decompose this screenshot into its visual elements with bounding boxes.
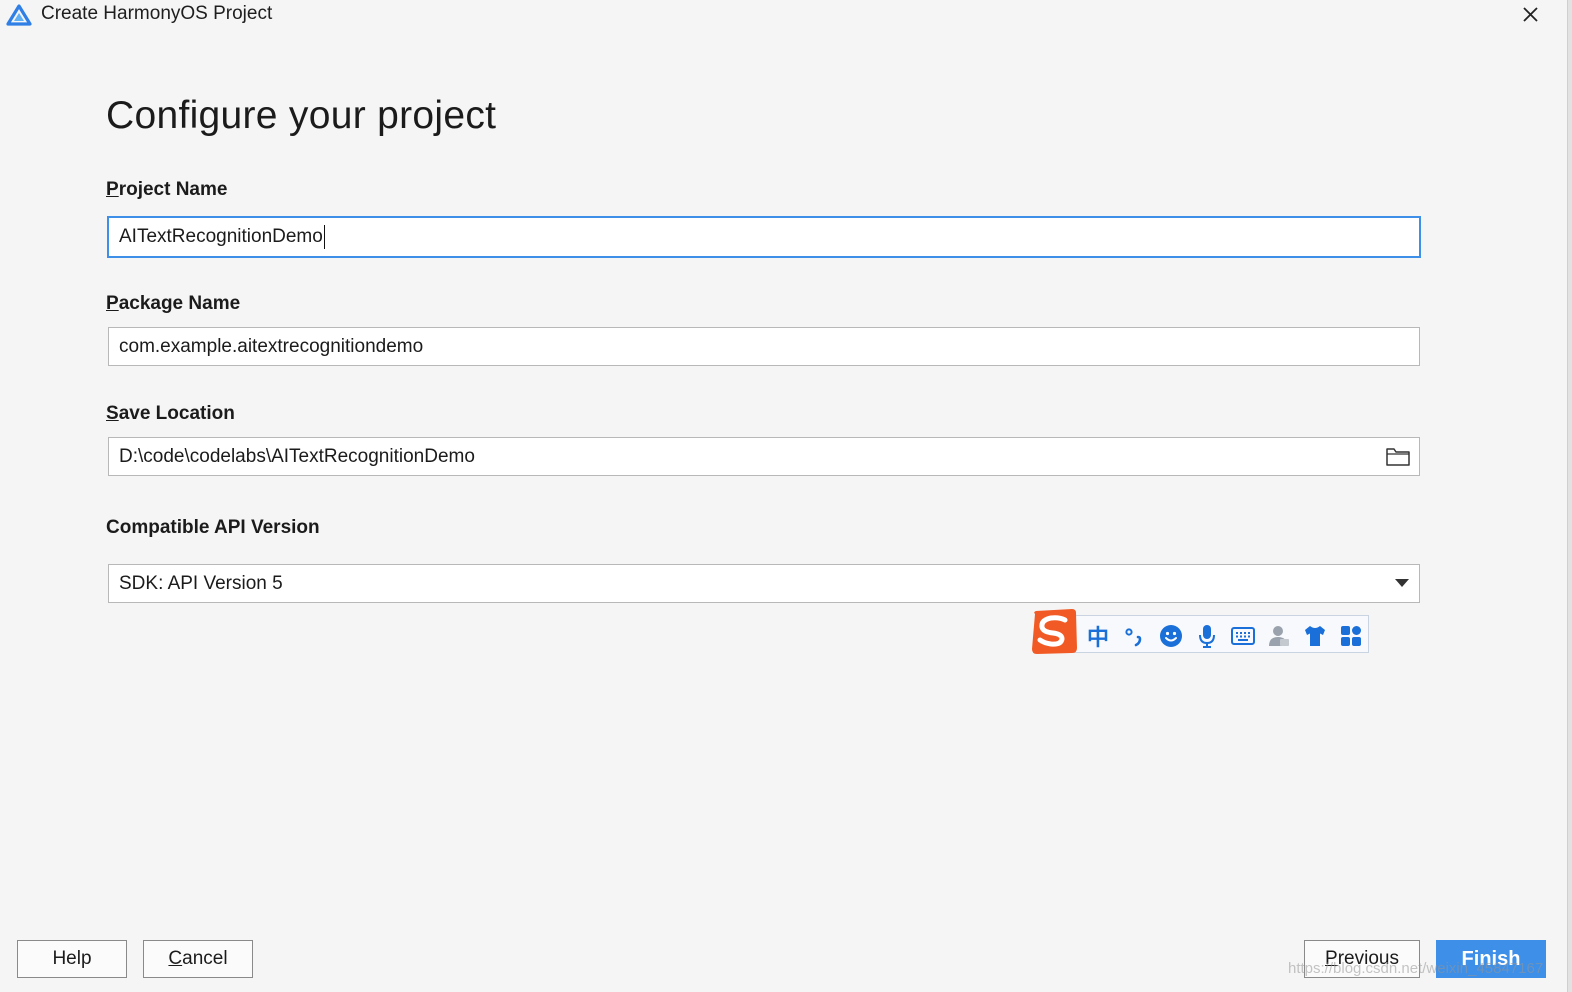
package-name-input[interactable]: com.example.aitextrecognitiondemo <box>108 327 1420 366</box>
save-location-value: D:\code\codelabs\AITextRecognitionDemo <box>119 446 475 467</box>
cancel-mnemonic: C <box>168 948 183 969</box>
save-location-input[interactable]: D:\code\codelabs\AITextRecognitionDemo <box>108 437 1420 476</box>
package-name-label-mnemonic: P <box>106 293 119 314</box>
create-project-dialog: Create HarmonyOS Project Configure your … <box>0 0 1572 992</box>
project-name-label-mnemonic: P <box>106 179 119 200</box>
package-name-label-text: ackage Name <box>118 293 241 314</box>
text-caret <box>323 224 325 249</box>
folder-icon[interactable] <box>1385 445 1411 467</box>
title-bar: Create HarmonyOS Project <box>0 0 1566 30</box>
project-name-input[interactable]: AITextRecognitionDemo <box>107 216 1421 258</box>
save-location-label-mnemonic: S <box>106 403 119 424</box>
api-version-selected: SDK: API Version 5 <box>119 573 283 594</box>
help-button[interactable]: Help <box>17 940 127 978</box>
previous-label: revious <box>1337 948 1399 969</box>
cancel-label: ancel <box>182 948 228 969</box>
project-name-value: AITextRecognitionDemo <box>119 226 323 247</box>
api-version-select[interactable]: SDK: API Version 5 <box>108 564 1420 603</box>
save-location-label-text: ave Location <box>118 403 235 424</box>
ime-chinese-mode[interactable]: 中 <box>1087 620 1109 652</box>
user-icon[interactable] <box>1267 624 1291 648</box>
toolbox-icon[interactable] <box>1339 624 1363 648</box>
previous-button[interactable]: Previous <box>1304 940 1420 978</box>
harmonyos-logo-icon <box>6 4 32 26</box>
close-icon[interactable] <box>1516 2 1544 28</box>
cancel-button[interactable]: Cancel <box>143 940 253 978</box>
keyboard-icon[interactable] <box>1231 624 1255 648</box>
finish-button[interactable]: Finish <box>1436 940 1546 978</box>
chevron-down-icon[interactable] <box>1395 579 1409 588</box>
package-name-value: com.example.aitextrecognitiondemo <box>119 336 424 357</box>
project-name-label: Project Name <box>106 179 227 201</box>
window-border <box>1567 0 1572 992</box>
microphone-icon[interactable] <box>1195 624 1219 648</box>
api-version-label: Compatible API Version <box>106 517 320 538</box>
package-name-label: Package Name <box>106 293 240 315</box>
sogou-logo-icon[interactable] <box>1029 608 1079 656</box>
project-name-label-text: roject Name <box>118 179 228 200</box>
skin-shirt-icon[interactable] <box>1303 624 1327 648</box>
ime-toolbar[interactable]: 中 <box>1054 615 1369 653</box>
page-title: Configure your project <box>106 94 497 137</box>
punctuation-icon[interactable] <box>1123 624 1147 648</box>
window-title: Create HarmonyOS Project <box>41 3 273 24</box>
emoji-icon[interactable] <box>1159 624 1183 648</box>
previous-mnemonic: P <box>1325 948 1338 969</box>
save-location-label: Save Location <box>106 403 235 425</box>
